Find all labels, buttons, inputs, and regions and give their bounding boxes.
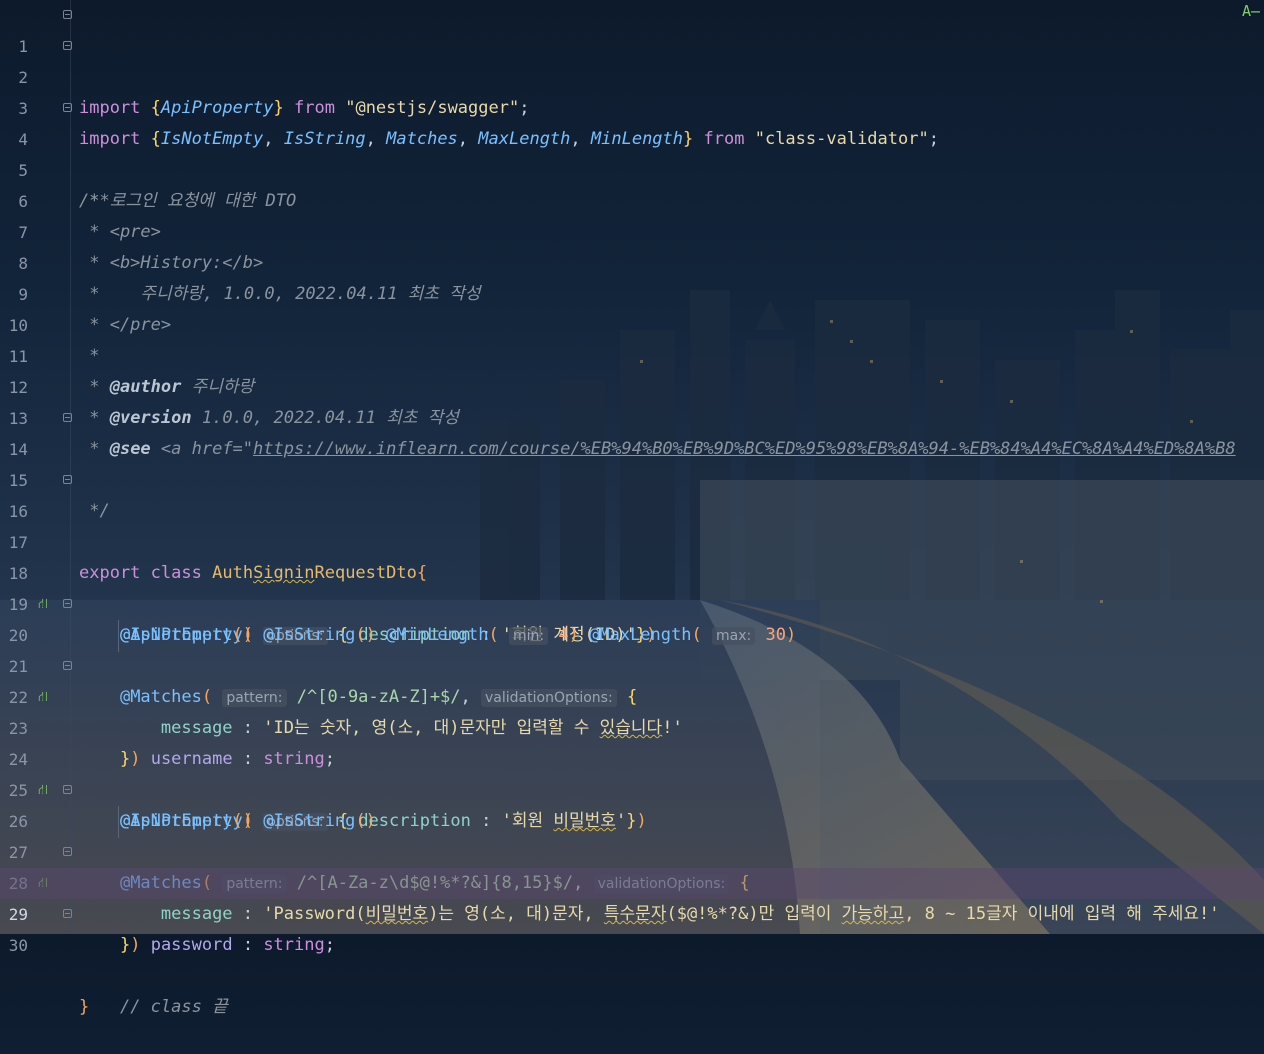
code-line[interactable]: 8 * 주니하랑, 1.0.0, 2022.04.11 최초 작성: [0, 217, 1264, 304]
code-line[interactable]: 21 ⛙ message : 'ID는 숫자, 영(소, 대)문자만 입력할 수…: [0, 620, 1264, 738]
code-line[interactable]: 26 @Matches( pattern: /^[A-Za-z\d$@!%*?&…: [0, 775, 1264, 893]
current-line[interactable]: 29: [0, 868, 1264, 924]
code-line[interactable]: 17: [0, 496, 1264, 552]
code-line[interactable]: 5 * 로그인 요청에 대한 DTO: [0, 124, 1264, 211]
fold-icon[interactable]: [63, 41, 72, 50]
fold-icon[interactable]: [63, 909, 72, 918]
code-text: }) password : string;: [119, 935, 335, 955]
fold-icon[interactable]: [63, 599, 72, 608]
code-line[interactable]: 1 import {ApiProperty} from "@nestjs/swa…: [0, 0, 1264, 118]
code-line[interactable]: 11 * @author 주니하랑: [0, 310, 1264, 397]
code-line[interactable]: 18 ⛙ @ApiProperty( options: { descriptio…: [0, 527, 1264, 645]
code-line[interactable]: 22 }) username : string;: [0, 651, 1264, 769]
code-text: } // class 끝: [79, 997, 228, 1017]
code-line[interactable]: 10 *: [0, 279, 1264, 366]
code-line[interactable]: 25 @IsNotEmpty() @IsString(): [0, 744, 1264, 831]
fold-icon[interactable]: [63, 661, 72, 670]
code-line[interactable]: 28 }) password : string;: [0, 837, 1264, 955]
code-line[interactable]: 13 * @see <a href="https://www.inflearn.…: [0, 372, 1264, 459]
fold-icon[interactable]: [63, 475, 72, 484]
code-line[interactable]: 9 * </pre>: [0, 248, 1264, 335]
code-editor[interactable]: 1 import {ApiProperty} from "@nestjs/swa…: [0, 0, 1264, 1017]
fold-icon[interactable]: [63, 785, 72, 794]
code-line[interactable]: 2 import {IsNotEmpty, IsString, Matches,…: [0, 31, 1264, 149]
code-line[interactable]: 12 * @version 1.0.0, 2022.04.11 최초 작성: [0, 341, 1264, 428]
code-line[interactable]: 7 * <b>History:</b>: [0, 186, 1264, 273]
code-line[interactable]: 19 @IsNotEmpty() @IsString() @MinLength(…: [0, 558, 1264, 645]
fold-icon[interactable]: [63, 847, 72, 856]
code-line[interactable]: 23: [0, 682, 1264, 738]
fold-icon[interactable]: [63, 10, 72, 19]
code-line[interactable]: 16 export class AuthSigninRequestDto{: [0, 465, 1264, 583]
code-line[interactable]: 4 /**: [0, 93, 1264, 211]
inspection-status-icon[interactable]: A̶: [1242, 2, 1260, 20]
code-line[interactable]: 27 ⛙ message : 'Password(비밀번호)는 영(소, 대)문…: [0, 806, 1264, 924]
code-line[interactable]: 6 * <pre>: [0, 155, 1264, 242]
code-line[interactable]: 24 ⛙ @ApiProperty( options: { descriptio…: [0, 713, 1264, 831]
line-number: 30: [8, 936, 28, 955]
code-line[interactable]: 30 } // class 끝: [0, 899, 1264, 1017]
code-line[interactable]: 15: [0, 434, 1264, 490]
code-line[interactable]: 20 @Matches( pattern: /^[0-9a-zA-Z]+$/, …: [0, 589, 1264, 707]
code-line[interactable]: 3: [0, 62, 1264, 118]
fold-icon[interactable]: [63, 103, 72, 112]
fold-icon[interactable]: [63, 413, 72, 422]
code-line[interactable]: 14 */: [0, 403, 1264, 521]
